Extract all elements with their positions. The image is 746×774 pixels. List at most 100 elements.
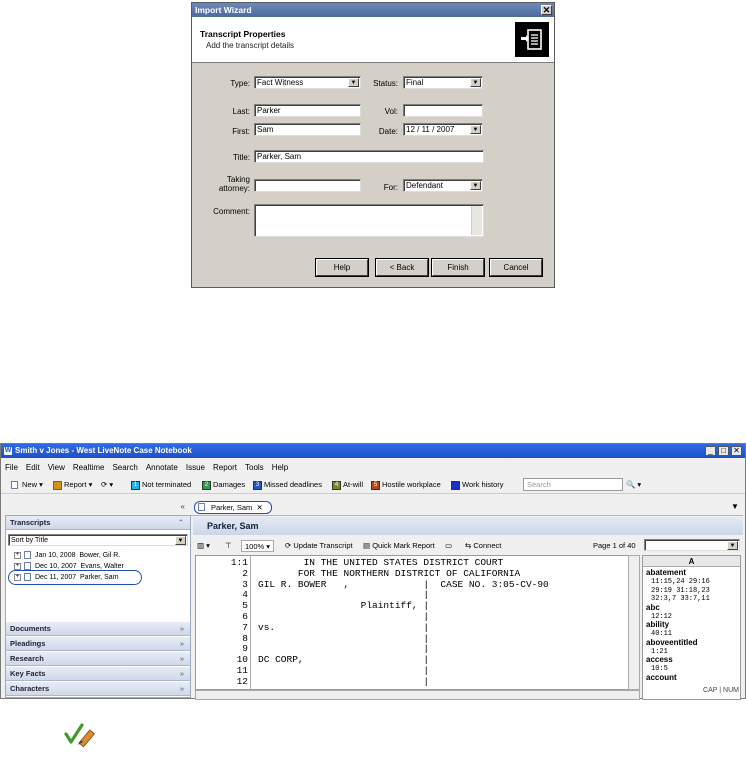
index-word[interactable]: ability — [646, 621, 669, 629]
issue-work-history[interactable]: Work history — [451, 479, 504, 491]
menu-help[interactable]: Help — [268, 461, 292, 474]
search-button[interactable]: 🔍 ▾ — [626, 479, 641, 491]
close-tab-icon[interactable]: ✕ — [256, 503, 262, 512]
issue-missed-deadlines[interactable]: 3 Missed deadlines — [253, 479, 322, 491]
line-text: | — [258, 665, 430, 676]
zoom-select[interactable]: 100% ▾ — [241, 540, 275, 552]
word-index-select[interactable]: ▼ — [644, 539, 740, 551]
for-select[interactable]: Defendant ▼ — [403, 179, 483, 192]
vol-field[interactable] — [403, 104, 483, 117]
date-picker[interactable]: 12 / 11 / 2007 ▼ — [403, 123, 483, 136]
help-button[interactable]: Help — [315, 258, 369, 277]
transcript-vertical-scrollbar[interactable] — [628, 555, 640, 690]
menu-tools[interactable]: Tools — [241, 461, 268, 474]
transcript-line[interactable]: 11 | — [196, 666, 628, 676]
issue-damages[interactable]: 2 Damages — [202, 479, 245, 491]
pleadings-header[interactable]: Pleadings» — [6, 637, 190, 651]
menu-realtime[interactable]: Realtime — [69, 461, 109, 474]
menu-view[interactable]: View — [44, 461, 69, 474]
close-icon[interactable]: ✕ — [731, 446, 742, 456]
comment-scrollbar[interactable] — [471, 206, 482, 235]
document-icon — [198, 503, 205, 511]
transcript-line[interactable]: 8 | — [196, 634, 628, 644]
comment-textarea[interactable] — [254, 204, 484, 237]
last-name-field[interactable]: Parker — [254, 104, 361, 117]
status-select[interactable]: Final ▼ — [403, 76, 483, 89]
index-word[interactable]: access — [646, 656, 673, 664]
transcript-line[interactable]: 7 vs. | — [196, 623, 628, 633]
index-reference[interactable]: 11:15,24 29:16 — [651, 578, 710, 586]
status-label: Status: — [373, 79, 398, 88]
taking-attorney-field[interactable] — [254, 179, 361, 192]
index-reference[interactable]: 32:3,7 33:7,11 — [651, 595, 710, 603]
comment-label: Comment: — [213, 207, 250, 216]
sort-select[interactable]: Sort by Title ▼ — [8, 534, 188, 546]
first-name-field[interactable]: Sam — [254, 123, 361, 136]
update-transcript-button[interactable]: ⟳ Update Transcript — [285, 540, 353, 552]
index-reference[interactable]: 40:11 — [651, 630, 672, 638]
word-index-pane: A abatement 11:15,24 29:16 29:19 31:18,23 3… — [642, 555, 741, 700]
chevron-down-icon: » — [179, 684, 184, 693]
transcript-line[interactable]: 6 | — [196, 612, 628, 622]
transcripts-header[interactable]: Transcripts ⌃ — [6, 516, 190, 530]
ruler-icon[interactable]: ⊤ — [225, 540, 232, 552]
menu-search[interactable]: Search — [108, 461, 141, 474]
import-wizard-dialog: Import Wizard ✕ Transcript Properties Ad… — [191, 2, 555, 288]
menu-file[interactable]: File — [1, 461, 22, 474]
viewer-toolbar: ▥ ▾ ⊤ 100% ▾ ⟳ Update Transcript ▤ Quick… — [193, 537, 743, 554]
close-icon[interactable]: ✕ — [541, 5, 552, 15]
page-view-button[interactable]: ▥ ▾ — [197, 540, 210, 552]
issue-at-will[interactable]: 4 At-will — [332, 479, 363, 491]
key-facts-header[interactable]: Key Facts» — [6, 667, 190, 681]
quick-mark-report-button[interactable]: ▤ Quick Mark Report — [363, 540, 435, 552]
transcript-line[interactable]: 2 FOR THE NORTHERN DISTRICT OF CALIFORNI… — [196, 569, 628, 579]
transcript-item[interactable]: + Jan 10, 2008 Bower, Gil R. — [14, 551, 120, 560]
type-select[interactable]: Fact Witness ▼ — [254, 76, 361, 89]
chevron-down-icon: ▼ — [470, 78, 481, 87]
index-word[interactable]: account — [646, 673, 677, 682]
transcript-line[interactable]: 12 | — [196, 677, 628, 687]
transcript-line[interactable]: 3 GIL R. BOWER , | CASE NO. 3:05-CV-90 — [196, 580, 628, 590]
index-word[interactable]: aboveentitled — [646, 638, 698, 647]
new-button[interactable]: New ▾ — [11, 479, 43, 491]
transcript-line[interactable]: 5 Plaintiff, | — [196, 601, 628, 611]
transcript-line[interactable]: 4 | — [196, 590, 628, 600]
transcript-line[interactable]: 10 DC CORP, | — [196, 655, 628, 665]
cancel-button[interactable]: Cancel — [489, 258, 543, 277]
minimize-icon[interactable]: _ — [705, 446, 716, 456]
issue-not-terminated[interactable]: 1 Not terminated — [131, 479, 191, 491]
collapse-pane-icon[interactable]: « — [5, 502, 191, 513]
connect-button[interactable]: ⇆ Connect — [465, 540, 501, 552]
documents-header[interactable]: Documents» — [6, 622, 190, 636]
menu-issue[interactable]: Issue — [182, 461, 209, 474]
index-reference[interactable]: 10:5 — [651, 665, 668, 673]
back-button[interactable]: < Back — [375, 258, 429, 277]
folder-icon[interactable]: ▭ — [445, 540, 452, 552]
chevron-down-icon: ▼ — [470, 125, 481, 134]
report-button[interactable]: Report ▾ — [53, 479, 92, 491]
characters-header[interactable]: Characters» — [6, 682, 190, 696]
title-label: Title: — [232, 153, 250, 162]
issue-hostile-workplace[interactable]: 5 Hostile workplace — [371, 479, 441, 491]
transcript-viewer[interactable]: 1:1 IN THE UNITED STATES DISTRICT COURT 2… — [195, 555, 629, 690]
index-word[interactable]: abc — [646, 603, 660, 612]
menu-report[interactable]: Report — [209, 461, 241, 474]
maximize-icon[interactable]: □ — [718, 446, 729, 456]
menu-edit[interactable]: Edit — [22, 461, 44, 474]
menu-annotate[interactable]: Annotate — [142, 461, 182, 474]
refresh-button[interactable]: ⟳ ▾ — [101, 479, 113, 491]
transcript-line[interactable]: 9 | — [196, 644, 628, 654]
for-label: For: — [383, 183, 398, 192]
tab-list-dropdown-icon[interactable]: ▼ — [731, 502, 739, 511]
transcript-line[interactable]: 1:1 IN THE UNITED STATES DISTRICT COURT — [196, 558, 628, 568]
wizard-header: Transcript Properties Add the transcript… — [192, 17, 554, 63]
research-header[interactable]: Research» — [6, 652, 190, 666]
title-field[interactable]: Parker, Sam — [254, 150, 484, 163]
tab-parker-sam[interactable]: Parker, Sam ✕ — [194, 501, 272, 514]
index-word[interactable]: abatement — [646, 569, 686, 577]
transcript-horizontal-scrollbar[interactable] — [195, 690, 640, 700]
search-input[interactable]: Search — [523, 478, 623, 491]
index-reference[interactable]: 29:19 31:18,23 — [651, 587, 710, 595]
status-bar: CAP | NUM — [703, 687, 739, 694]
finish-button[interactable]: Finish — [431, 258, 485, 277]
